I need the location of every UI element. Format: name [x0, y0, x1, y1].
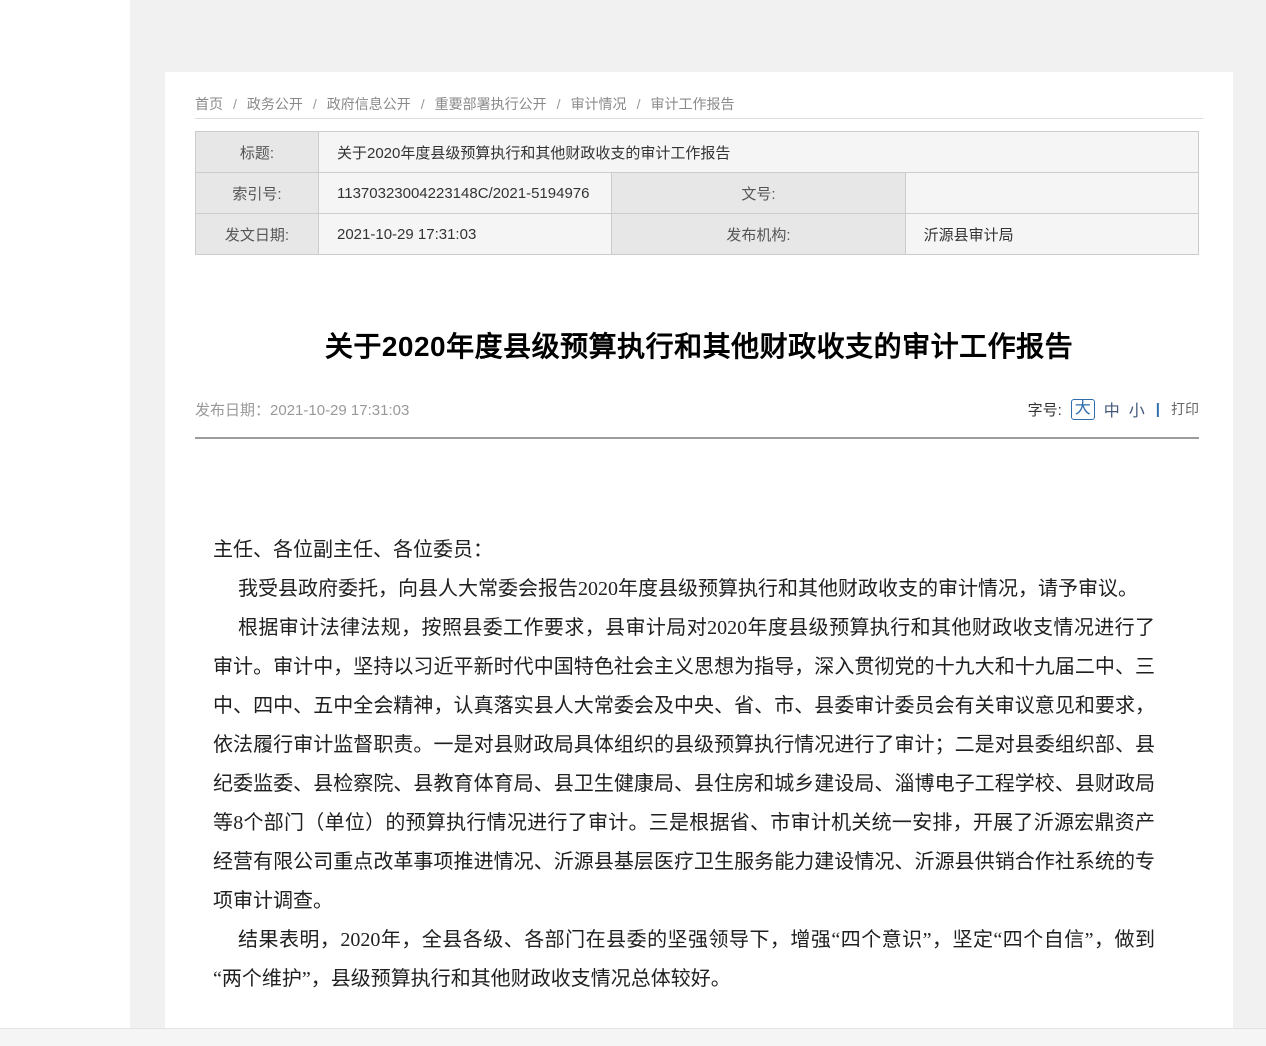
salutation-paragraph: 主任、各位副主任、各位委员：: [213, 531, 1155, 570]
table-row: 标题: 关于2020年度县级预算执行和其他财政收支的审计工作报告: [196, 132, 1199, 173]
font-size-label: 字号:: [1028, 399, 1062, 420]
page-title: 关于2020年度县级预算执行和其他财政收支的审计工作报告: [195, 325, 1203, 365]
meta-title-label: 标题:: [196, 132, 319, 173]
table-row: 索引号: 11370323004223148C/2021-5194976 文号:: [196, 173, 1199, 214]
body-paragraph: 结果表明，2020年，全县各级、各部门在县委的坚强领导下，增强“四个意识”，坚定…: [213, 921, 1155, 999]
breadcrumb-separator: /: [313, 96, 317, 112]
meta-title-value: 关于2020年度县级预算执行和其他财政收支的审计工作报告: [319, 132, 1199, 173]
publish-date-value: 2021-10-29 17:31:03: [270, 402, 409, 419]
meta-index-label: 索引号:: [196, 173, 319, 214]
meta-date-label: 发文日期:: [196, 214, 319, 255]
breadcrumb: 首页 / 政务公开 / 政府信息公开 / 重要部署执行公开 / 审计情况 / 审…: [195, 72, 1203, 119]
footer-strip: [0, 1028, 1266, 1046]
title-divider-line: [195, 437, 1199, 439]
print-button[interactable]: 打印: [1171, 399, 1199, 419]
breadcrumb-separator: /: [637, 96, 641, 112]
controls-divider: |: [1156, 401, 1160, 418]
breadcrumb-item-home[interactable]: 首页: [195, 94, 223, 114]
breadcrumb-separator: /: [557, 96, 561, 112]
meta-agency-label: 发布机构:: [612, 214, 905, 255]
article-body: 主任、各位副主任、各位委员： 我受县政府委托，向县人大常委会报告2020年度县级…: [213, 531, 1155, 999]
document-meta-table: 标题: 关于2020年度县级预算执行和其他财政收支的审计工作报告 索引号: 11…: [195, 131, 1199, 255]
font-size-large-button[interactable]: 大: [1071, 399, 1095, 420]
page-viewport: 首页 / 政务公开 / 政府信息公开 / 重要部署执行公开 / 审计情况 / 审…: [0, 0, 1266, 1046]
breadcrumb-item-gov-affairs[interactable]: 政务公开: [247, 94, 303, 114]
meta-agency-value: 沂源县审计局: [905, 214, 1198, 255]
publish-date: 发布日期：2021-10-29 17:31:03: [195, 399, 409, 420]
content-card: 首页 / 政务公开 / 政府信息公开 / 重要部署执行公开 / 审计情况 / 审…: [165, 72, 1233, 1028]
breadcrumb-separator: /: [233, 96, 237, 112]
meta-docnum-value: [905, 173, 1198, 214]
meta-index-value: 11370323004223148C/2021-5194976: [319, 173, 612, 214]
font-size-controls: 字号: 大 中 小 | 打印: [1028, 397, 1199, 421]
breadcrumb-item-audit-status[interactable]: 审计情况: [571, 94, 627, 114]
font-size-small-button[interactable]: 小: [1129, 397, 1145, 421]
breadcrumb-item-deployment[interactable]: 重要部署执行公开: [435, 94, 547, 114]
breadcrumb-item-gov-info[interactable]: 政府信息公开: [327, 94, 411, 114]
publish-date-label: 发布日期：: [195, 402, 270, 419]
meta-date-value: 2021-10-29 17:31:03: [319, 214, 612, 255]
font-size-medium-button[interactable]: 中: [1104, 397, 1120, 421]
body-paragraph: 根据审计法律法规，按照县委工作要求，县审计局对2020年度县级预算执行和其他财政…: [213, 609, 1155, 921]
table-row: 发文日期: 2021-10-29 17:31:03 发布机构: 沂源县审计局: [196, 214, 1199, 255]
article-meta-bar: 发布日期：2021-10-29 17:31:03 字号: 大 中 小 | 打印: [195, 397, 1199, 421]
body-paragraph: 我受县政府委托，向县人大常委会报告2020年度县级预算执行和其他财政收支的审计情…: [213, 570, 1155, 609]
breadcrumb-separator: /: [421, 96, 425, 112]
meta-docnum-label: 文号:: [612, 173, 905, 214]
breadcrumb-item-audit-report[interactable]: 审计工作报告: [650, 94, 734, 114]
